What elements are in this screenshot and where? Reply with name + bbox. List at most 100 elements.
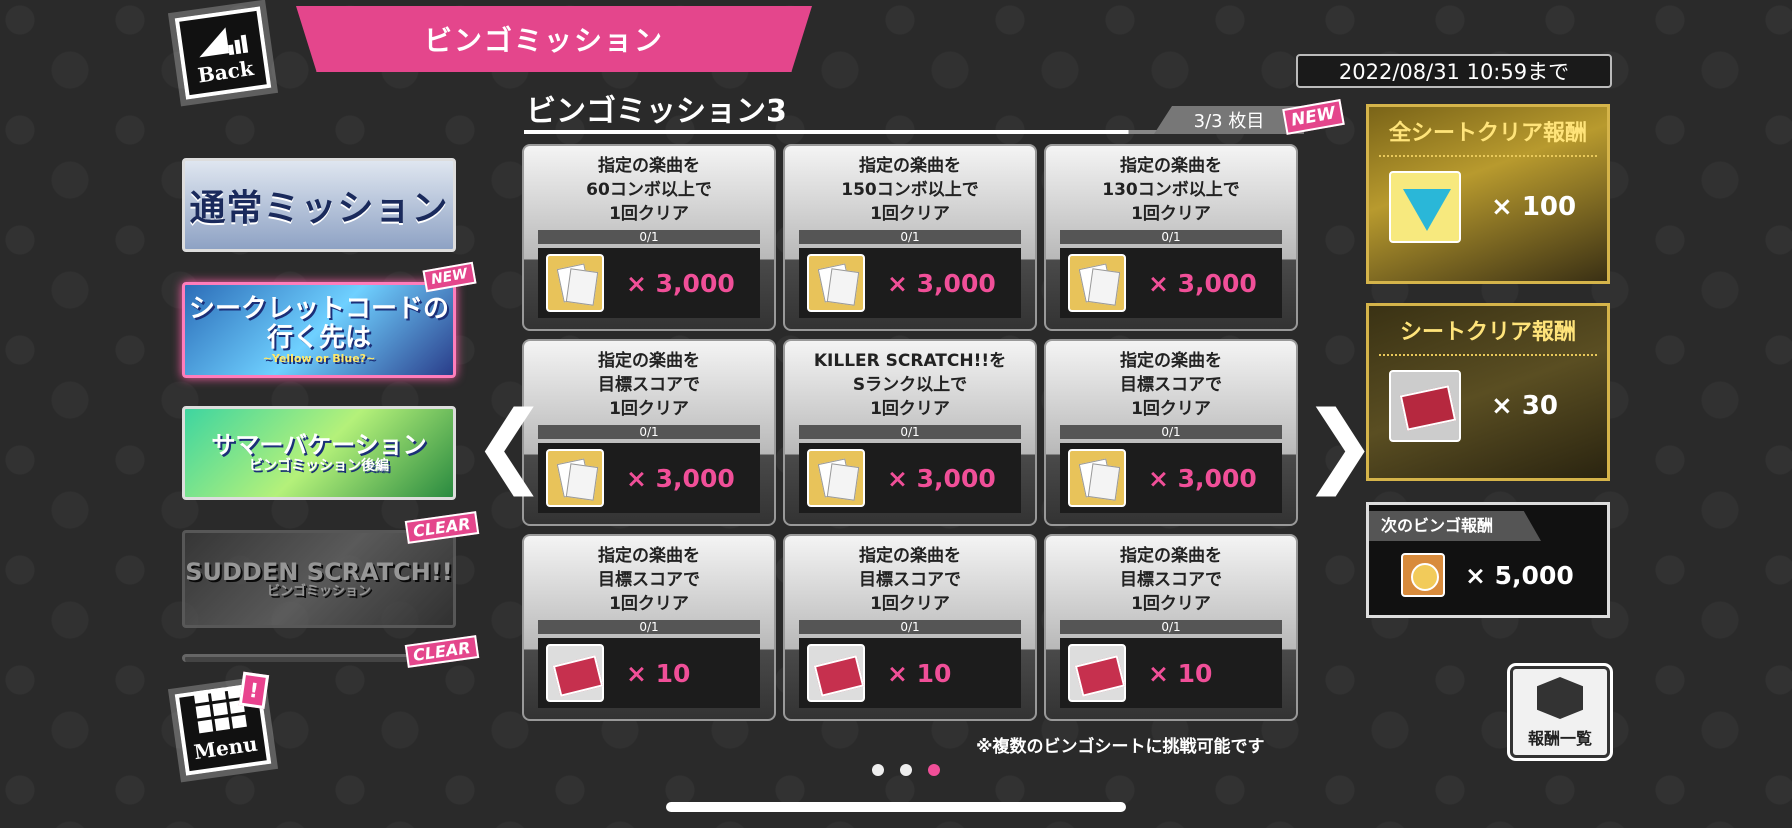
prev-sheet-arrow[interactable]: ❮ [472,400,547,490]
cell-reward-qty: × 10 [626,658,691,688]
page-title-banner: ビンゴミッション [296,6,812,72]
cell-reward: × 10 [1060,638,1282,708]
cell-progress: 0/1 [1060,425,1282,439]
next-bingo-title: 次のビンゴ報酬 [1369,511,1541,541]
alert-icon: ! [238,671,270,709]
page-dot[interactable] [900,764,912,776]
medal-icon [1401,553,1445,597]
cell-condition: 指定の楽曲を 目標スコアで 1回クリア [598,546,700,614]
cell-progress: 0/1 [538,620,760,634]
sheet-clear-title: シートクリア報酬 [1379,314,1597,356]
triangle-gem-icon [1389,171,1461,243]
cell-reward: × 10 [799,638,1021,708]
side-item-secret-code[interactable]: シークレットコードの行く先は ~Yellow or Blue?~ [182,282,456,378]
all-clear-qty: × 100 [1491,192,1577,222]
bingo-cell[interactable]: 指定の楽曲を 目標スコアで 1回クリア 0/1 × 10 [783,534,1037,721]
menu-button[interactable]: ! Menu [174,671,272,776]
cell-reward-qty: × 3,000 [626,463,735,493]
menu-label: Menu [192,731,259,765]
side-clear-badge: CLEAR [404,511,479,544]
event-ticket-icon [1389,370,1461,442]
side-item-summer-label: サマーバケーション [211,431,427,460]
bingo-cell[interactable]: KILLER SCRATCH!!を Sランク以上で 1回クリア 0/1 × 3,00… [783,339,1037,526]
all-sheet-clear-reward: 全シートクリア報酬 × 100 [1366,104,1610,284]
document-icon [807,449,865,507]
sheet-clear-qty: × 30 [1491,391,1559,421]
ticket-icon [546,644,604,702]
ticket-icon [807,644,865,702]
side-item-sudden-scratch[interactable]: SUDDEN SCRATCH!! ビンゴミッション [182,530,456,628]
side-item-normal-label: 通常ミッション [189,188,449,229]
cell-reward-qty: × 3,000 [626,268,735,298]
side-item-summer-sub: ビンゴミッション後編 [249,457,389,474]
document-icon [546,254,604,312]
page-title: ビンゴミッション [423,24,664,57]
cell-progress: 0/1 [799,425,1021,439]
cell-reward: × 3,000 [538,443,760,513]
cell-progress: 0/1 [799,620,1021,634]
cell-reward: × 3,000 [799,248,1021,318]
cell-condition: 指定の楽曲を 目標スコアで 1回クリア [598,351,700,419]
sheet-new-badge: NEW [1282,99,1345,135]
side-item-secret-sub: ~Yellow or Blue?~ [262,351,376,365]
side-item-sudden-sub: ビンゴミッション [266,584,371,600]
bingo-cell[interactable]: 指定の楽曲を 150コンボ以上で 1回クリア 0/1 × 3,000 [783,144,1037,331]
cell-condition: 指定の楽曲を 目標スコアで 1回クリア [1120,546,1222,614]
cell-progress: 0/1 [538,425,760,439]
cell-condition: 指定の楽曲を 150コンボ以上で 1回クリア [841,156,979,224]
bingo-cell[interactable]: 指定の楽曲を 目標スコアで 1回クリア 0/1 × 3,000 [1044,339,1298,526]
side-item-normal-mission[interactable]: 通常ミッション [182,158,456,252]
cell-reward-qty: × 3,000 [887,463,996,493]
document-icon [1068,449,1126,507]
side-new-badge: NEW [422,261,477,293]
cell-progress: 0/1 [538,230,760,244]
cell-reward-qty: × 3,000 [1148,463,1257,493]
cell-reward: × 3,000 [799,443,1021,513]
cell-reward-qty: × 3,000 [1148,268,1257,298]
next-bingo-reward: 次のビンゴ報酬 × 5,000 [1366,502,1610,618]
cell-condition: 指定の楽曲を 60コンボ以上で 1回クリア [586,156,712,224]
side-clear-badge-2: CLEAR [404,635,479,668]
deadline-badge: 2022/08/31 10:59まで [1296,54,1612,88]
cell-condition: KILLER SCRATCH!!を Sランク以上で 1回クリア [813,351,1007,419]
cell-reward: × 3,000 [1060,248,1282,318]
all-clear-title: 全シートクリア報酬 [1379,115,1597,157]
cell-progress: 0/1 [1060,230,1282,244]
ticket-icon [1068,644,1126,702]
document-icon [807,254,865,312]
bingo-cell[interactable]: 指定の楽曲を 目標スコアで 1回クリア 0/1 × 10 [522,534,776,721]
page-dot[interactable] [872,764,884,776]
sheet-clear-reward: シートクリア報酬 × 30 [1366,303,1610,481]
bingo-cell[interactable]: 指定の楽曲を 目標スコアで 1回クリア 0/1 × 3,000 [522,339,776,526]
cell-progress: 0/1 [1060,620,1282,634]
side-item-secret-label: シークレットコードの行く先は [188,294,449,353]
reward-list-button[interactable]: 報酬一覧 [1510,666,1610,758]
document-icon [546,449,604,507]
cell-condition: 指定の楽曲を 130コンボ以上で 1回クリア [1102,156,1240,224]
page-dot[interactable] [928,764,940,776]
cell-progress: 0/1 [799,230,1021,244]
cell-reward-qty: × 10 [887,658,952,688]
back-icon [195,21,249,63]
cell-reward: × 10 [538,638,760,708]
bingo-cell[interactable]: 指定の楽曲を 60コンボ以上で 1回クリア 0/1 × 3,000 [522,144,776,331]
back-button[interactable]: Back [174,6,272,100]
multi-sheet-note: ※複数のビンゴシートに挑戦可能です [976,737,1265,757]
cell-reward-qty: × 3,000 [887,268,996,298]
side-item-sudden-label: SUDDEN SCRATCH!! [185,557,453,586]
sheet-count-text: 3/3 枚目 [1193,111,1265,132]
bingo-cell[interactable]: 指定の楽曲を 目標スコアで 1回クリア 0/1 × 10 [1044,534,1298,721]
cell-condition: 指定の楽曲を 目標スコアで 1回クリア [859,546,961,614]
grid-icon [193,685,247,734]
box-icon [1537,677,1583,719]
cell-reward-qty: × 10 [1148,658,1213,688]
bingo-grid: 指定の楽曲を 60コンボ以上で 1回クリア 0/1 × 3,000 指定の楽曲を 15… [522,144,1302,721]
cell-reward: × 3,000 [538,248,760,318]
cell-reward: × 3,000 [1060,443,1282,513]
bingo-cell[interactable]: 指定の楽曲を 130コンボ以上で 1回クリア 0/1 × 3,000 [1044,144,1298,331]
deadline-text: 2022/08/31 10:59まで [1338,60,1570,84]
document-icon [1068,254,1126,312]
side-item-summer-vacation[interactable]: サマーバケーション ビンゴミッション後編 [182,406,456,500]
cell-condition: 指定の楽曲を 目標スコアで 1回クリア [1120,351,1222,419]
home-indicator[interactable] [666,802,1126,812]
